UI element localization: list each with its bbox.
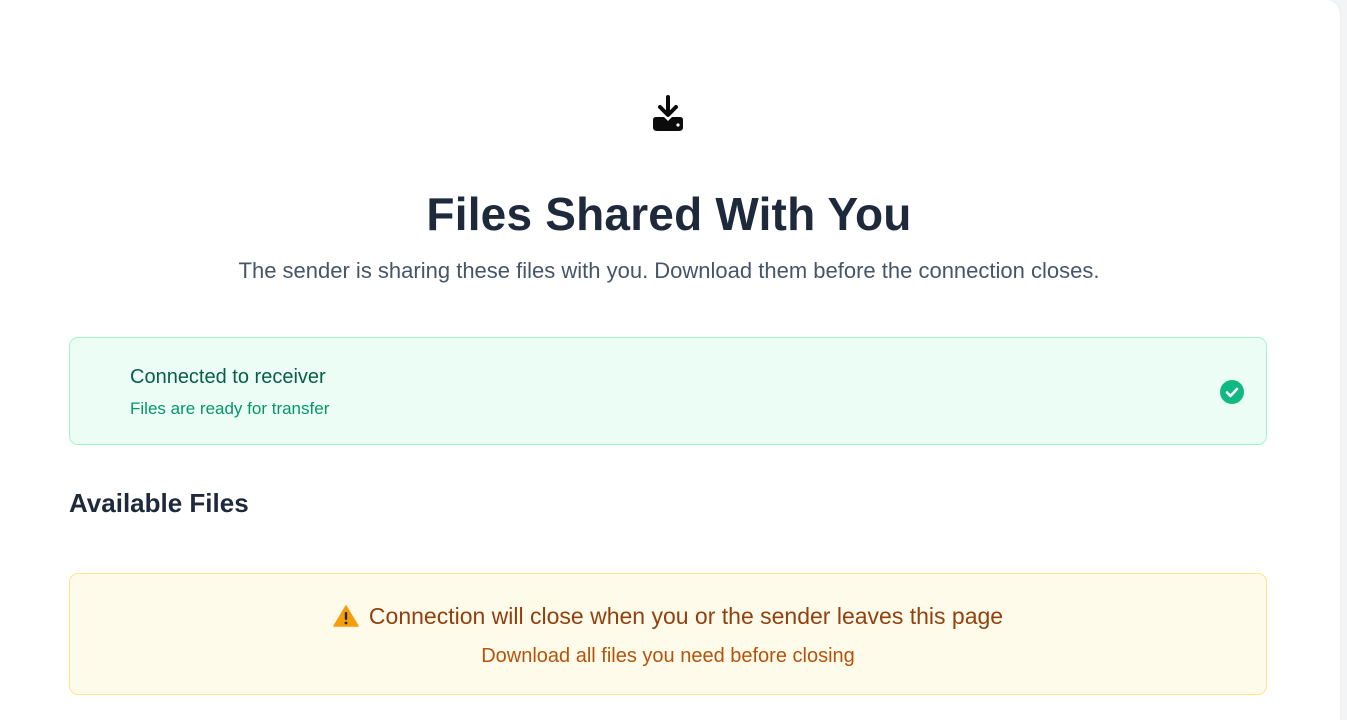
connection-status-subtitle: Files are ready for transfer (130, 399, 330, 418)
receiver-page: Files Shared With You The sender is shar… (0, 0, 1340, 720)
warning-title: Connection will close when you or the se… (368, 603, 1004, 629)
connection-status-title: Connected to receiver (130, 366, 326, 388)
download-to-tray-icon (653, 95, 683, 131)
connection-status-card: Connected to receiver Files are ready fo… (69, 337, 1267, 445)
check-circle-icon (1220, 380, 1244, 404)
warning-triangle-icon (333, 605, 359, 627)
warning-subtitle: Download all files you need before closi… (481, 645, 855, 667)
warning-title-row: Connection will close when you or the se… (70, 602, 1266, 630)
page-title: Files Shared With You (426, 188, 912, 240)
available-files-heading: Available Files (69, 488, 249, 518)
connection-warning-card: Connection will close when you or the se… (69, 573, 1267, 695)
page-subtitle: The sender is sharing these files with y… (238, 258, 1100, 283)
